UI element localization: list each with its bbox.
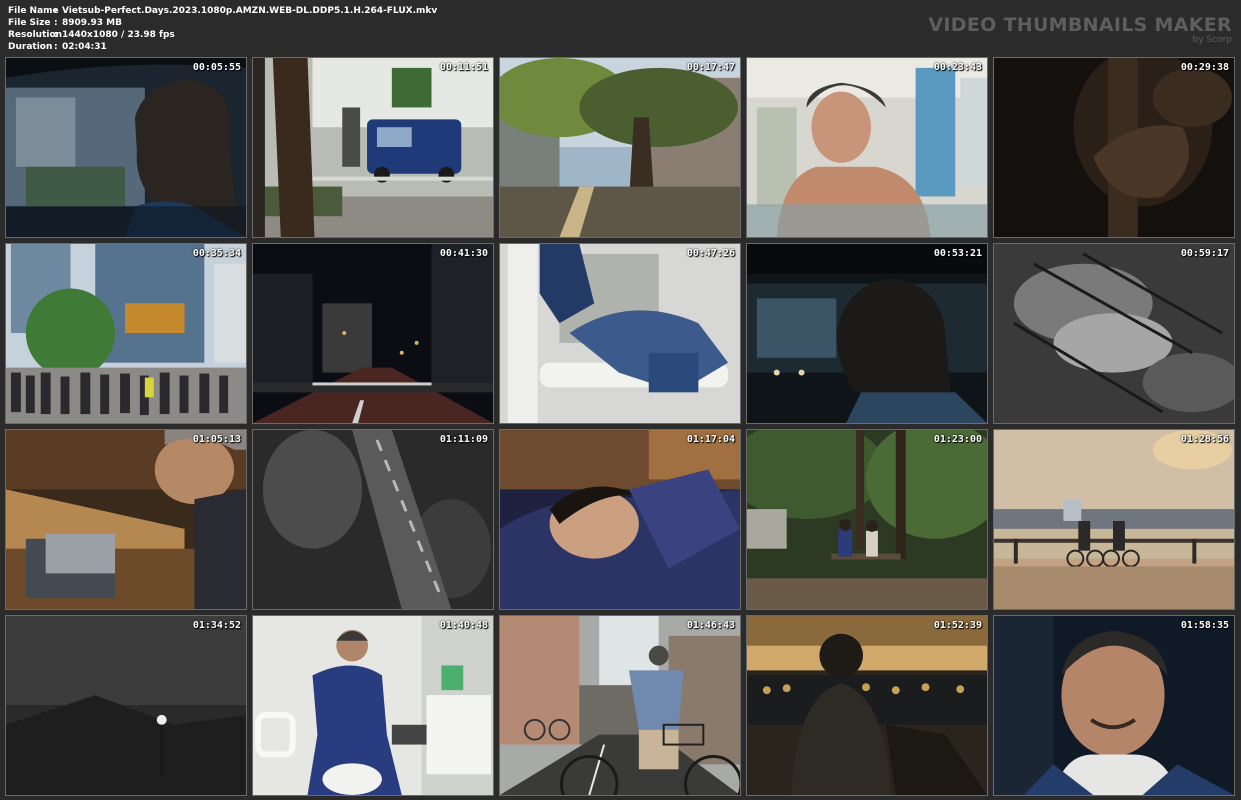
thumbnail-image xyxy=(6,616,246,795)
thumbnail[interactable]: 01:58:35 xyxy=(993,615,1235,796)
timestamp: 00:59:17 xyxy=(1180,248,1229,259)
thumbnail[interactable]: 01:05:13 xyxy=(5,429,247,610)
duration-value: 02:04:31 xyxy=(62,42,107,52)
thumbnail-image xyxy=(253,430,493,609)
thumbnail-image xyxy=(994,616,1234,795)
file-name-label: File Name xyxy=(8,6,59,16)
separator: : xyxy=(54,6,58,16)
timestamp: 01:46:43 xyxy=(686,620,735,631)
timestamp: 00:17:47 xyxy=(686,62,735,73)
file-size-label: File Size xyxy=(8,18,51,28)
thumbnail[interactable]: 01:40:48 xyxy=(252,615,494,796)
thumbnail-image xyxy=(253,244,493,423)
thumbnail[interactable]: 00:17:47 xyxy=(499,57,741,238)
timestamp: 01:58:35 xyxy=(1180,620,1229,631)
timestamp: 01:23:00 xyxy=(933,434,982,445)
thumbnail[interactable]: 01:28:56 xyxy=(993,429,1235,610)
thumbnail[interactable]: 00:29:38 xyxy=(993,57,1235,238)
thumbnail[interactable]: 00:41:30 xyxy=(252,243,494,424)
thumbnail[interactable]: 00:05:55 xyxy=(5,57,247,238)
thumbnail[interactable]: 01:17:04 xyxy=(499,429,741,610)
timestamp: 00:11:51 xyxy=(439,62,488,73)
thumbnail[interactable]: 00:47:26 xyxy=(499,243,741,424)
thumbnail[interactable]: 00:53:21 xyxy=(746,243,988,424)
thumbnail-image xyxy=(6,244,246,423)
timestamp: 00:23:43 xyxy=(933,62,982,73)
timestamp: 00:47:26 xyxy=(686,248,735,259)
thumbnail-image xyxy=(994,430,1234,609)
file-name-value: Vietsub-Perfect.Days.2023.1080p.AMZN.WEB… xyxy=(62,6,438,16)
file-info-panel: File Name : Vietsub-Perfect.Days.2023.10… xyxy=(8,5,437,53)
timestamp: 01:17:04 xyxy=(686,434,735,445)
thumbnail-image xyxy=(500,244,740,423)
timestamp: 01:28:56 xyxy=(1180,434,1229,445)
thumbnail-image xyxy=(994,58,1234,237)
timestamp: 01:11:09 xyxy=(439,434,488,445)
thumbnail-image xyxy=(253,58,493,237)
timestamp: 00:53:21 xyxy=(933,248,982,259)
thumbnail-image xyxy=(500,58,740,237)
thumbnail-image xyxy=(6,430,246,609)
timestamp: 01:52:39 xyxy=(933,620,982,631)
resolution-label: Resolution xyxy=(8,30,63,40)
thumbnail-image xyxy=(747,244,987,423)
file-size-value: 8909.93 MB xyxy=(62,18,122,28)
thumbnail-image xyxy=(6,58,246,237)
thumbnail-image xyxy=(500,430,740,609)
timestamp: 01:40:48 xyxy=(439,620,488,631)
thumbnail[interactable]: 01:52:39 xyxy=(746,615,988,796)
thumbnail[interactable]: 00:11:51 xyxy=(252,57,494,238)
separator: : xyxy=(54,30,58,40)
thumbnail-image xyxy=(994,244,1234,423)
separator: : xyxy=(54,42,58,52)
thumbnail[interactable]: 01:11:09 xyxy=(252,429,494,610)
timestamp: 00:35:34 xyxy=(192,248,241,259)
timestamp: 00:41:30 xyxy=(439,248,488,259)
thumbnail-image xyxy=(747,430,987,609)
brand-title: VIDEO THUMBNAILS MAKER xyxy=(928,14,1232,36)
thumbnail-image xyxy=(747,616,987,795)
timestamp: 01:05:13 xyxy=(192,434,241,445)
thumbnail[interactable]: 01:34:52 xyxy=(5,615,247,796)
thumbnail[interactable]: 01:46:43 xyxy=(499,615,741,796)
resolution-value: 1440x1080 / 23.98 fps xyxy=(62,30,175,40)
thumbnail[interactable]: 01:23:00 xyxy=(746,429,988,610)
file-info-row: File Size : 8909.93 MB xyxy=(8,17,437,29)
thumbnail-grid: 00:05:55 00:11:51 00:17:47 00:23:43 00:2… xyxy=(5,57,1235,796)
thumbnail[interactable]: 00:23:43 xyxy=(746,57,988,238)
thumbnail[interactable]: 00:59:17 xyxy=(993,243,1235,424)
timestamp: 00:05:55 xyxy=(192,62,241,73)
timestamp: 00:29:38 xyxy=(1180,62,1229,73)
file-info-row: Resolution : 1440x1080 / 23.98 fps xyxy=(8,29,437,41)
brand-watermark: VIDEO THUMBNAILS MAKER by Scorp xyxy=(928,14,1232,45)
separator: : xyxy=(54,18,58,28)
file-info-row: Duration : 02:04:31 xyxy=(8,41,437,53)
timestamp: 01:34:52 xyxy=(192,620,241,631)
duration-label: Duration xyxy=(8,42,53,52)
file-info-row: File Name : Vietsub-Perfect.Days.2023.10… xyxy=(8,5,437,17)
thumbnail-image xyxy=(253,616,493,795)
thumbnail[interactable]: 00:35:34 xyxy=(5,243,247,424)
thumbnail-image xyxy=(747,58,987,237)
brand-subtitle: by Scorp xyxy=(1192,35,1232,45)
thumbnail-image xyxy=(500,616,740,795)
